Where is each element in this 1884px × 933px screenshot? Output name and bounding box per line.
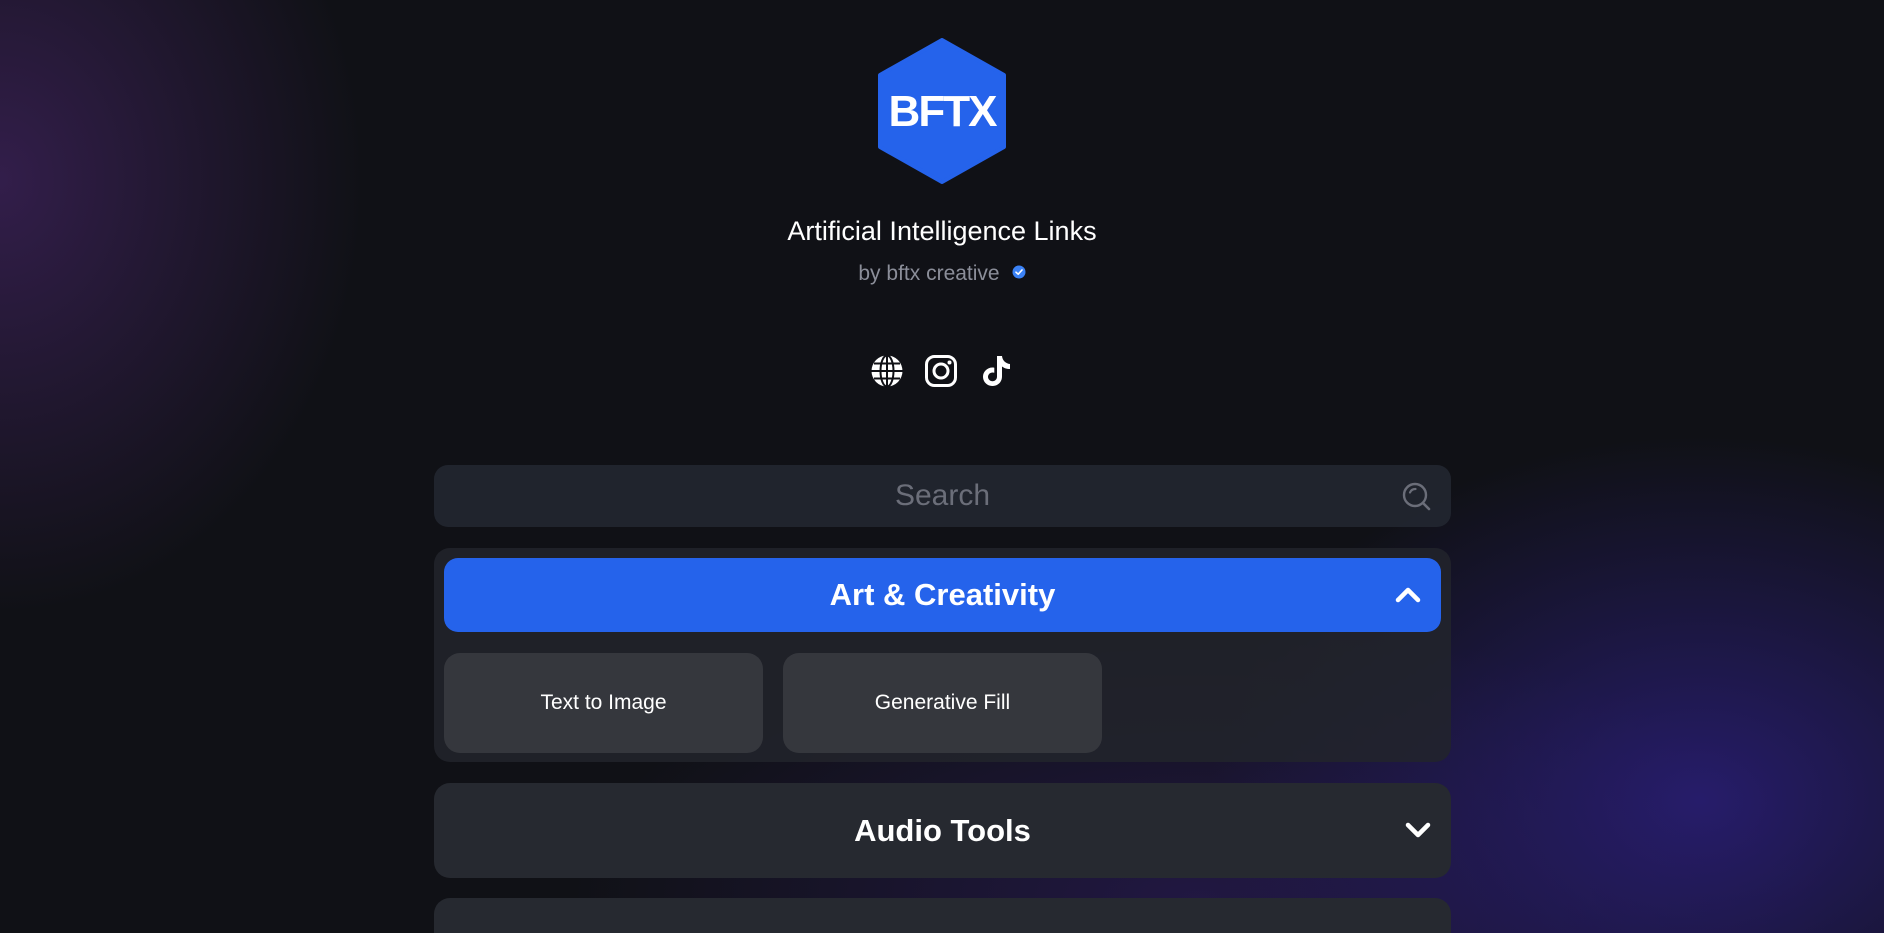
category-header-art-creativity[interactable]: Art & Creativity xyxy=(444,558,1441,632)
tiktok-icon xyxy=(983,356,1010,386)
profile-byline: by bftx creative xyxy=(0,262,1884,286)
logo-text: BFTX xyxy=(889,87,998,136)
chevron-up-icon xyxy=(1393,580,1423,610)
instagram-icon xyxy=(925,355,957,387)
chevron-down-icon xyxy=(1403,815,1433,845)
search-input[interactable] xyxy=(434,465,1451,527)
category-next[interactable] xyxy=(434,898,1451,933)
category-title: Art & Creativity xyxy=(829,577,1056,612)
profile-logo: BFTX xyxy=(878,38,1006,184)
verified-badge-icon xyxy=(1012,265,1026,279)
website-link[interactable] xyxy=(870,354,904,388)
tiktok-link[interactable] xyxy=(978,354,1012,388)
link-generative-fill[interactable]: Generative Fill xyxy=(783,653,1102,753)
category-art-creativity: Art & Creativity Text to Image Generativ… xyxy=(434,548,1451,762)
search-bar xyxy=(434,465,1451,527)
globe-icon xyxy=(871,354,903,388)
category-title: Audio Tools xyxy=(854,812,1031,848)
category-audio-tools[interactable]: Audio Tools xyxy=(434,783,1451,878)
link-page: BFTX Artificial Intelligence Links by bf… xyxy=(0,0,1884,933)
byline-text: by bftx creative xyxy=(858,262,1000,285)
social-links xyxy=(870,354,1012,388)
page-title: Artificial Intelligence Links xyxy=(787,216,1097,246)
link-text-to-image[interactable]: Text to Image xyxy=(444,653,763,753)
instagram-link[interactable] xyxy=(924,354,958,388)
search-icon[interactable] xyxy=(1401,481,1431,511)
